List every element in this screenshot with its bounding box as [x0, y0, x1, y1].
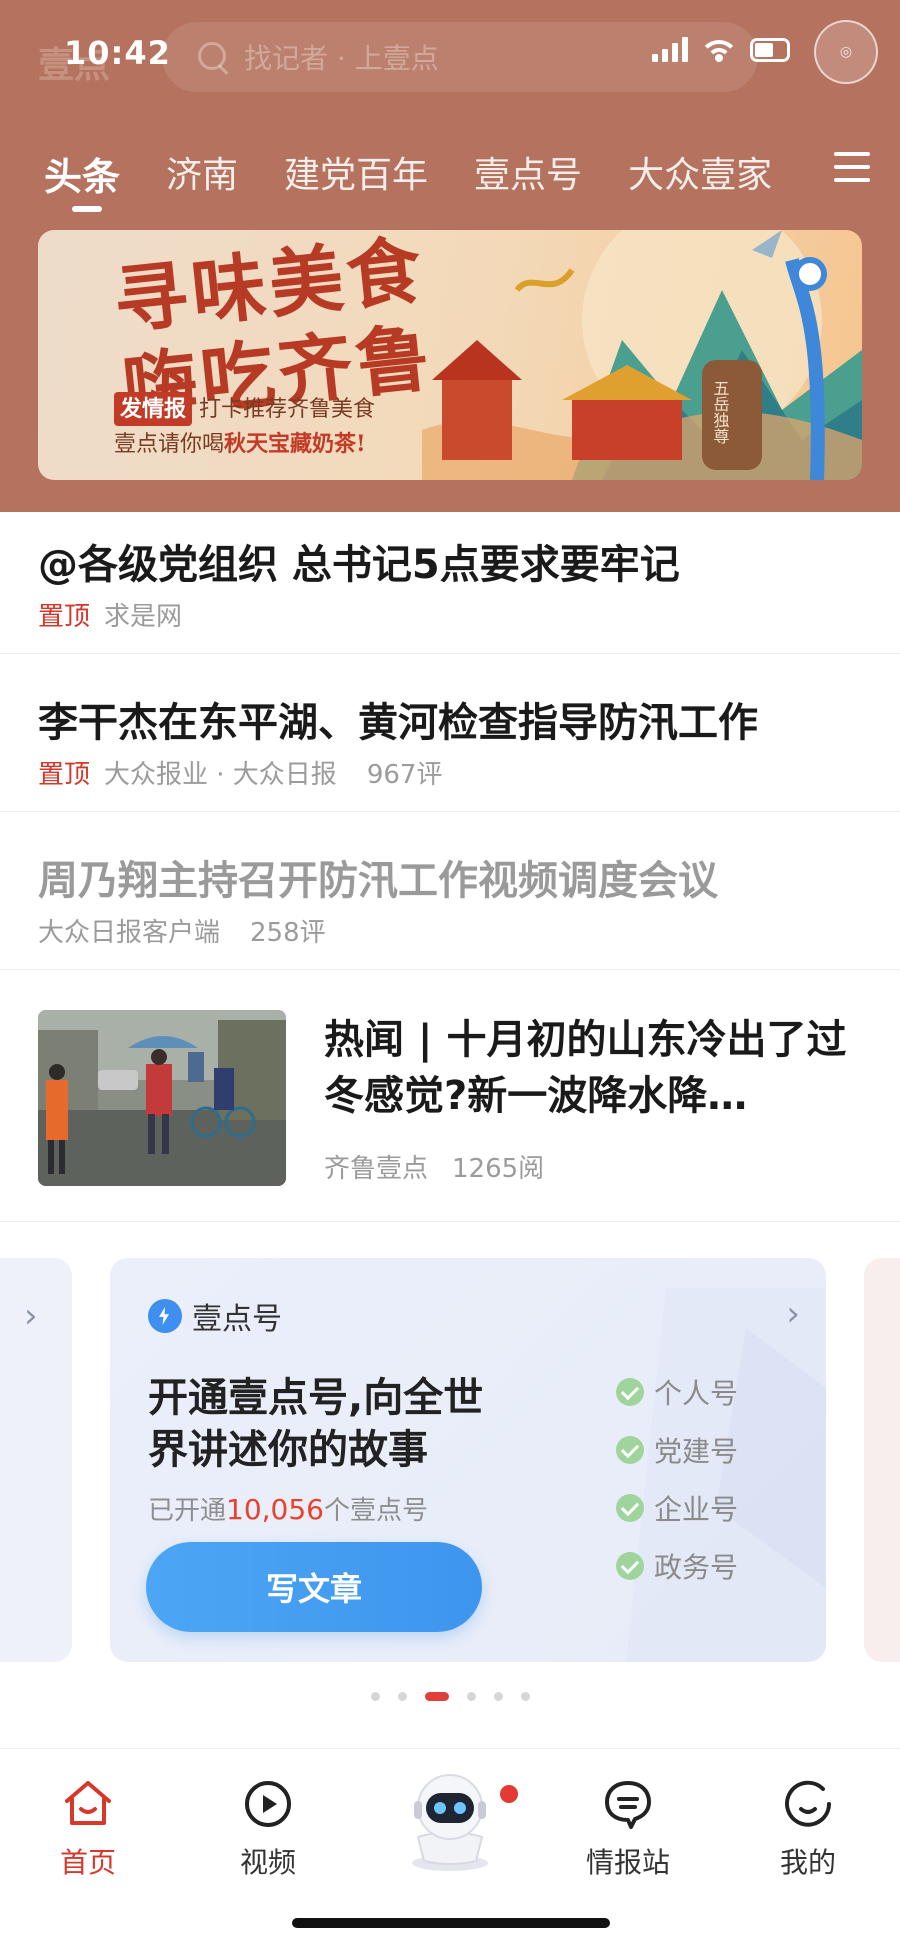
- carousel-dots: [0, 1692, 900, 1701]
- nav-label: 情报站: [585, 1846, 670, 1879]
- status-icons: [652, 36, 790, 62]
- tab-jinan[interactable]: 济南: [166, 146, 238, 201]
- check-icon: [616, 1494, 644, 1522]
- lightning-badge-icon: [148, 1299, 182, 1333]
- rainy-street-image: [38, 1010, 286, 1186]
- chevron-right-icon[interactable]: ›: [24, 1296, 38, 1336]
- account-types: 个人号 党建号 企业号 政务号: [616, 1372, 738, 1586]
- news-meta: 齐鲁壹点 1265阅: [324, 1148, 544, 1185]
- carousel-dot[interactable]: [397, 1692, 407, 1701]
- nav-label: 视频: [239, 1846, 296, 1879]
- carousel-dot[interactable]: [520, 1692, 530, 1701]
- landmark-text: 五岳独尊: [711, 380, 730, 445]
- check-icon: [616, 1552, 644, 1580]
- status-time: 10:42: [64, 34, 171, 72]
- seal-icon[interactable]: ◎: [814, 20, 878, 84]
- carousel-next-card[interactable]: [864, 1258, 900, 1662]
- card-title: 开通壹点号,向全世界讲述你的故事: [148, 1375, 484, 1473]
- nav-profile[interactable]: 我的: [748, 1777, 868, 1881]
- chevron-right-icon[interactable]: ›: [786, 1294, 800, 1334]
- tab-dazhong[interactable]: 大众壹家: [628, 146, 772, 201]
- news-source: 大众报业 · 大众日报: [104, 760, 337, 790]
- promo-banner[interactable]: 五岳独尊 寻味美食 嗨吃齐鲁 发情报 打卡推荐齐鲁美食 壹点请你喝秋天宝藏奶茶!: [38, 230, 862, 480]
- nav-video[interactable]: 视频: [208, 1777, 328, 1881]
- news-item[interactable]: 周乃翔主持召开防汛工作视频调度会议 大众日报客户端 258评: [0, 812, 900, 970]
- pin-badge: 置顶: [38, 760, 91, 790]
- news-meta: 置顶 求是网: [38, 596, 182, 633]
- comment-count: 258评: [250, 918, 326, 948]
- carousel-dot[interactable]: [466, 1692, 476, 1701]
- comment-count: 967评: [366, 760, 443, 790]
- landmark-illustration: 五岳独尊: [422, 230, 862, 480]
- nav-label: 我的: [779, 1846, 836, 1879]
- signal-icon: [652, 36, 688, 62]
- news-source: 齐鲁壹点: [324, 1154, 429, 1184]
- battery-icon: [750, 38, 790, 62]
- nav-intel[interactable]: 情报站: [568, 1777, 688, 1881]
- news-item[interactable]: @各级党组织 总书记5点要求要牢记 置顶 求是网: [0, 512, 900, 654]
- news-title: 热闻 | 十月初的山东冷出了过冬感觉?新一波降水降…: [324, 1017, 847, 1119]
- profile-icon: [785, 1780, 831, 1827]
- nav-label: 首页: [59, 1846, 116, 1879]
- account-count: 10,056: [226, 1493, 324, 1526]
- write-article-button[interactable]: 写文章: [146, 1542, 482, 1632]
- carousel-dot[interactable]: [370, 1692, 380, 1701]
- banner-tag: 发情报: [114, 392, 193, 426]
- banner-subtitle: 发情报 打卡推荐齐鲁美食 壹点请你喝秋天宝藏奶茶!: [114, 392, 375, 462]
- pin-badge: 置顶: [38, 602, 91, 632]
- tab-yidianhao[interactable]: 壹点号: [474, 146, 582, 201]
- check-icon: [616, 1378, 644, 1406]
- wifi-icon: [702, 36, 736, 62]
- robot-assistant-icon[interactable]: [394, 1763, 506, 1875]
- play-icon: [245, 1781, 291, 1827]
- search-icon: [196, 40, 230, 74]
- home-icon: [65, 1781, 111, 1825]
- menu-icon[interactable]: [834, 152, 870, 182]
- header: 壹点 10:42 找记者 · 上壹点 ◎ 头条 济南 建党百年 壹点号 大众壹家: [0, 0, 900, 512]
- list-item: 党建号: [616, 1430, 738, 1470]
- news-source: 求是网: [104, 602, 183, 632]
- read-count: 1265阅: [452, 1154, 545, 1184]
- list-item: 个人号: [616, 1372, 738, 1412]
- carousel-dot-active[interactable]: [424, 1692, 449, 1701]
- list-item: 政务号: [616, 1546, 738, 1586]
- news-title: @各级党组织 总书记5点要求要牢记: [38, 542, 680, 588]
- channel-tabs: 头条 济南 建党百年 壹点号 大众壹家: [44, 146, 772, 212]
- news-item[interactable]: 李干杰在东平湖、黄河检查指导防汛工作 置顶 大众报业 · 大众日报 967评: [0, 654, 900, 812]
- news-meta: 大众日报客户端 258评: [38, 912, 326, 949]
- chat-icon: [605, 1781, 651, 1829]
- search-placeholder: 找记者 · 上壹点: [244, 42, 439, 75]
- nav-home[interactable]: 首页: [28, 1777, 148, 1881]
- news-thumbnail[interactable]: [38, 1010, 286, 1186]
- news-meta: 置顶 大众报业 · 大众日报 967评: [38, 754, 442, 791]
- yidianhao-card[interactable]: 壹点号 › 开通壹点号,向全世界讲述你的故事 已开通10,056个壹点号 写文章…: [110, 1258, 826, 1662]
- home-indicator[interactable]: [292, 1918, 610, 1928]
- carousel-dot[interactable]: [493, 1692, 503, 1701]
- card-stat: 已开通10,056个壹点号: [148, 1493, 429, 1526]
- card-badge-label: 壹点号: [192, 1302, 282, 1337]
- news-source: 大众日报客户端: [38, 918, 221, 948]
- tab-jiandang[interactable]: 建党百年: [284, 146, 428, 201]
- tab-toutiao[interactable]: 头条: [44, 146, 120, 212]
- check-icon: [616, 1436, 644, 1464]
- notification-dot: [500, 1785, 518, 1803]
- list-item: 企业号: [616, 1488, 738, 1528]
- card-badge: 壹点号: [148, 1294, 282, 1338]
- news-title: 李干杰在东平湖、黄河检查指导防汛工作: [38, 700, 758, 746]
- news-title: 周乃翔主持召开防汛工作视频调度会议: [38, 858, 718, 904]
